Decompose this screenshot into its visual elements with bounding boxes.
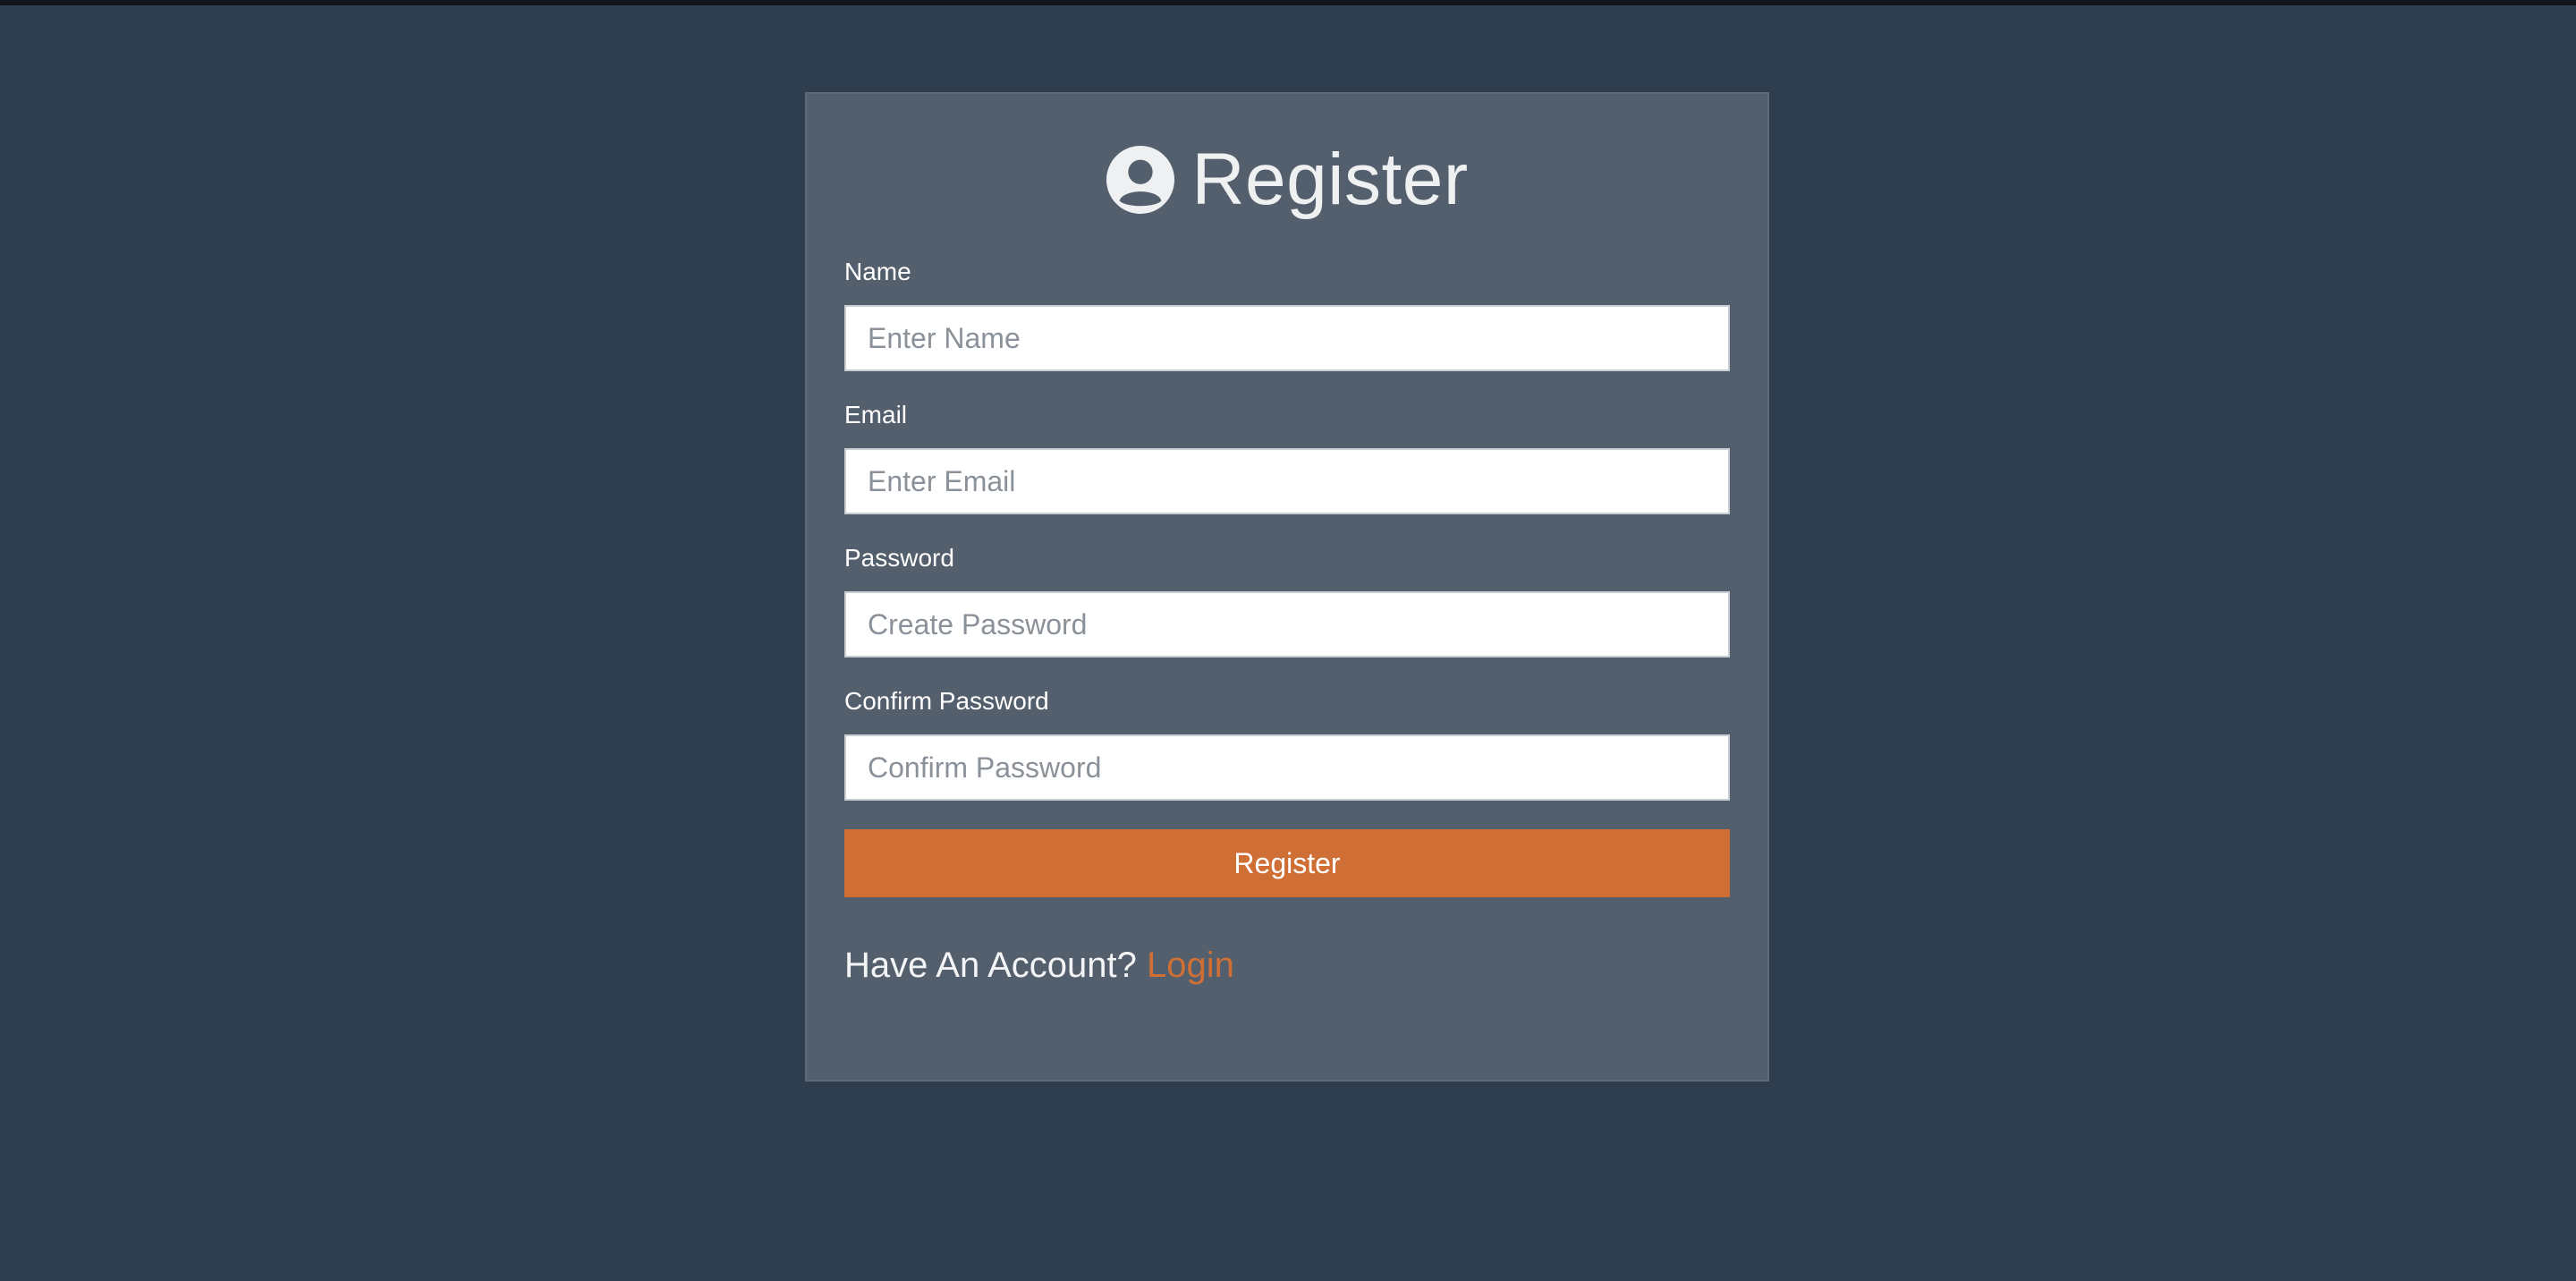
email-input[interactable]	[844, 448, 1730, 514]
register-button[interactable]: Register	[844, 829, 1730, 897]
page-title: Register	[1191, 139, 1469, 220]
password-input[interactable]	[844, 591, 1730, 657]
confirm-password-input[interactable]	[844, 734, 1730, 801]
name-input[interactable]	[844, 305, 1730, 371]
email-label: Email	[844, 401, 908, 428]
login-prompt: Have An Account? Login	[844, 947, 1730, 983]
password-field-group: Password	[844, 545, 1730, 657]
register-card: Register Name Email Password Confirm Pas…	[805, 92, 1769, 1082]
name-label: Name	[844, 258, 911, 285]
confirm-password-field-group: Confirm Password	[844, 688, 1730, 801]
login-link[interactable]: Login	[1147, 946, 1234, 985]
email-field-group: Email	[844, 402, 1730, 514]
name-field-group: Name	[844, 259, 1730, 371]
confirm-password-label: Confirm Password	[844, 687, 1049, 715]
have-account-text: Have An Account?	[844, 946, 1137, 985]
top-border	[0, 0, 2576, 5]
user-circle-icon	[1106, 145, 1175, 215]
register-form: Name Email Password Confirm Password Reg…	[844, 259, 1730, 897]
password-label: Password	[844, 544, 954, 572]
card-header: Register	[844, 94, 1730, 259]
